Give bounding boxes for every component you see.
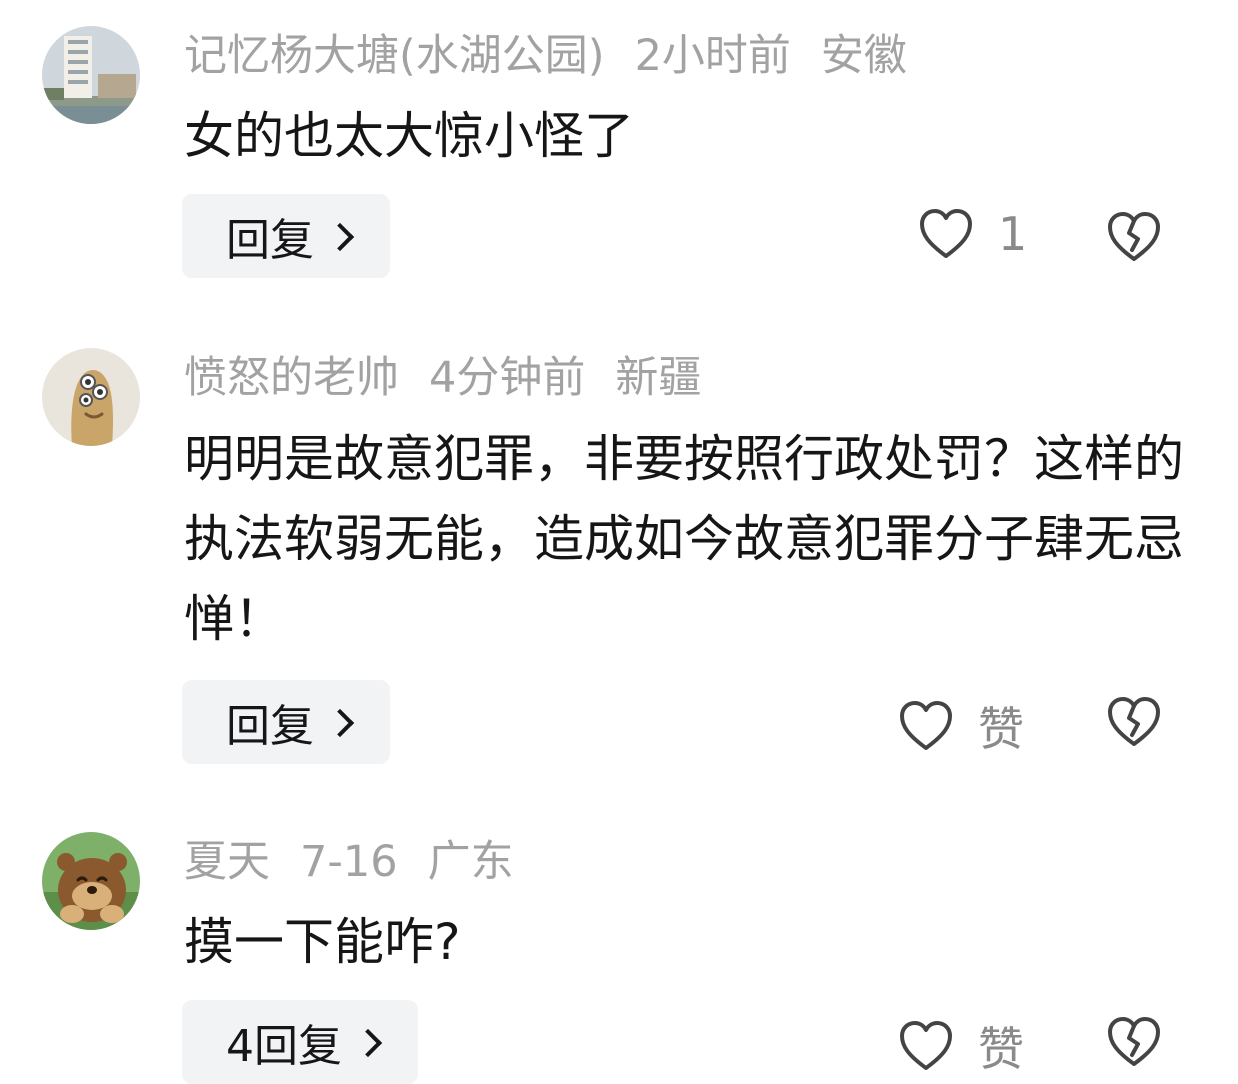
comment-text: 女的也太大惊小怪了 bbox=[184, 107, 634, 165]
broken-heart-icon bbox=[1108, 697, 1160, 746]
location: 新疆 bbox=[615, 353, 702, 403]
user-avatar[interactable] bbox=[42, 832, 140, 930]
username[interactable]: 记忆杨大塘(水湖公园) bbox=[184, 31, 605, 81]
dislike-button[interactable] bbox=[1106, 1015, 1162, 1073]
broken-heart-icon bbox=[1108, 212, 1160, 261]
reply-button[interactable]: 回复 bbox=[182, 680, 390, 764]
reply-button[interactable]: 回复 bbox=[182, 194, 390, 278]
username[interactable]: 愤怒的老帅 bbox=[184, 353, 399, 403]
like-count: 1 bbox=[998, 207, 1028, 261]
like-button[interactable]: 赞 bbox=[898, 693, 1024, 759]
like-count: 赞 bbox=[978, 702, 1024, 756]
timestamp: 7-16 bbox=[300, 837, 398, 887]
chevron-right-icon bbox=[325, 708, 355, 738]
comment-meta: 记忆杨大塘(水湖公园) 2小时前 安徽 bbox=[184, 26, 937, 86]
user-avatar[interactable] bbox=[42, 348, 140, 446]
heart-outline-icon bbox=[900, 701, 952, 750]
reply-label: 回复 bbox=[226, 701, 314, 752]
like-count: 赞 bbox=[978, 1022, 1024, 1076]
broken-heart-icon bbox=[1108, 1017, 1160, 1066]
username[interactable]: 夏天 bbox=[184, 837, 270, 887]
timestamp: 4分钟前 bbox=[429, 353, 586, 403]
like-button[interactable]: 赞 bbox=[898, 1013, 1024, 1079]
reply-button[interactable]: 4回复 bbox=[182, 1000, 418, 1084]
dislike-button[interactable] bbox=[1106, 210, 1162, 268]
reply-label: 4回复 bbox=[226, 1021, 342, 1072]
chevron-right-icon bbox=[353, 1028, 383, 1058]
comment-text: 明明是故意犯罪，非要按照行政处罚？这样的执法软弱无能，造成如今故意犯罪分子肆无忌… bbox=[184, 430, 1184, 648]
location: 广东 bbox=[427, 837, 514, 887]
timestamp: 2小时前 bbox=[634, 31, 791, 81]
user-avatar[interactable] bbox=[42, 26, 140, 124]
chevron-right-icon bbox=[325, 222, 355, 252]
location: 安徽 bbox=[820, 31, 907, 81]
comment-text: 摸一下能咋? bbox=[184, 913, 461, 971]
heart-outline-icon bbox=[900, 1021, 952, 1070]
dislike-button[interactable] bbox=[1106, 695, 1162, 753]
heart-outline-icon bbox=[920, 209, 972, 258]
reply-label: 回复 bbox=[226, 215, 314, 266]
like-button[interactable]: 1 bbox=[918, 207, 1027, 261]
comment-meta: 愤怒的老帅 4分钟前 新疆 bbox=[184, 348, 731, 408]
comment-meta: 夏天 7-16 广东 bbox=[184, 832, 544, 892]
